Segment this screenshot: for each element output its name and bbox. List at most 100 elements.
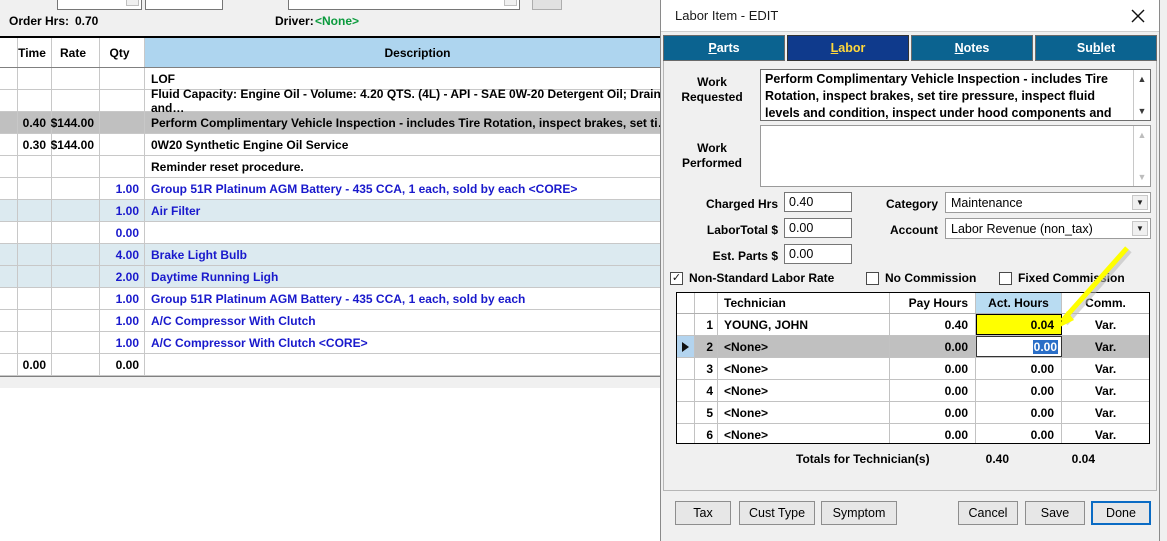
row-marker-cell	[0, 266, 18, 287]
tax-button[interactable]: Tax	[675, 501, 731, 525]
close-icon[interactable]	[1123, 2, 1153, 30]
symptom-button[interactable]: Symptom	[821, 501, 897, 525]
table-row[interactable]: 1.00 Group 51R Platinum AGM Battery - 435…	[0, 288, 684, 310]
grid-header-qty[interactable]: Qty	[100, 38, 145, 67]
cut-off-field-3[interactable]	[288, 0, 520, 10]
cut-off-field-2[interactable]	[145, 0, 223, 10]
table-row[interactable]: 1.00 Air Filter	[0, 200, 684, 222]
pay-hours-cell[interactable]: 0.00	[890, 380, 976, 401]
table-row[interactable]: 2.00 Daytime Running Ligh	[0, 266, 684, 288]
no-commission-checkbox[interactable]: No Commission	[866, 271, 976, 285]
table-row[interactable]: 0.30 $144.00 0W20 Synthetic Engine Oil Ser…	[0, 134, 684, 156]
work-performed-textarea[interactable]: ▲ ▼	[760, 125, 1151, 187]
pay-hours-cell[interactable]: 0.40	[890, 314, 976, 335]
qty-cell	[100, 90, 145, 111]
work-requested-textarea[interactable]: Perform Complimentary Vehicle Inspection…	[760, 69, 1151, 121]
grid-header-rate[interactable]: Rate	[52, 38, 100, 67]
account-dropdown[interactable]: Labor Revenue (non_tax) ▼	[945, 218, 1151, 239]
technician-name-cell[interactable]: YOUNG, JOHN	[718, 314, 890, 335]
technician-row[interactable]: 6 <None> 0.00 0.00 Var.	[677, 424, 1149, 443]
row-selector-cell[interactable]	[677, 314, 695, 335]
chevron-down-icon[interactable]: ▼	[1132, 195, 1148, 210]
comm-cell[interactable]: Var.	[1062, 402, 1149, 423]
row-selector-cell[interactable]	[677, 402, 695, 423]
technician-name-cell[interactable]: <None>	[718, 336, 890, 357]
comm-cell[interactable]: Var.	[1062, 314, 1149, 335]
row-selector-cell[interactable]	[677, 424, 695, 443]
act-hours-editing-value: 0.00	[1032, 339, 1058, 354]
pay-hours-cell[interactable]: 0.00	[890, 402, 976, 423]
row-marker-cell	[0, 332, 18, 353]
row-marker-cell	[0, 288, 18, 309]
act-hours-cell[interactable]: 0.00	[976, 358, 1062, 379]
scroll-up-icon[interactable]: ▲	[1134, 128, 1150, 142]
grid-header-time[interactable]: Time	[18, 38, 52, 67]
table-row[interactable]: 1.00 A/C Compressor With Clutch	[0, 310, 684, 332]
pay-hours-column-header[interactable]: Pay Hours	[890, 293, 976, 313]
technician-grid-body: 1 YOUNG, JOHN 0.40 0.04 Var. 2 <None> 0.00 0.00 V…	[677, 314, 1149, 443]
tab-sublet[interactable]: Su b let	[1035, 35, 1157, 61]
table-row[interactable]: 0.00	[0, 222, 684, 244]
driver-value[interactable]: <None>	[315, 14, 359, 28]
time-cell	[18, 288, 52, 309]
table-row[interactable]: Fluid Capacity: Engine Oil - Volume: 4.2…	[0, 87, 684, 115]
pay-hours-cell[interactable]: 0.00	[890, 336, 976, 357]
table-row[interactable]: 4.00 Brake Light Bulb	[0, 244, 684, 266]
cut-off-button[interactable]	[532, 0, 562, 10]
tab-notes[interactable]: Notes	[911, 35, 1033, 61]
chevron-down-icon[interactable]: ▼	[1132, 221, 1148, 236]
act-hours-cell[interactable]: 0.00	[976, 380, 1062, 401]
technician-name-cell[interactable]: <None>	[718, 402, 890, 423]
technician-row[interactable]: 3 <None> 0.00 0.00 Var.	[677, 358, 1149, 380]
work-performed-scrollbar[interactable]: ▲ ▼	[1133, 126, 1150, 186]
work-requested-scrollbar[interactable]: ▲ ▼	[1133, 70, 1150, 120]
act-hours-column-header[interactable]: Act. Hours	[976, 293, 1062, 313]
comm-cell[interactable]: Var.	[1062, 336, 1149, 357]
chevron-down-icon[interactable]	[126, 0, 139, 6]
grid-header-description[interactable]: Description	[145, 38, 684, 67]
non-standard-labor-rate-checkbox[interactable]: ✓ Non-Standard Labor Rate	[670, 271, 834, 285]
work-performed-label-line2: Performed	[681, 156, 743, 170]
technician-row[interactable]: 1 YOUNG, JOHN 0.40 0.04 Var.	[677, 314, 1149, 336]
category-dropdown[interactable]: Maintenance ▼	[945, 192, 1151, 213]
table-row[interactable]: 1.00 Group 51R Platinum AGM Battery - 435…	[0, 178, 684, 200]
comm-cell[interactable]: Var.	[1062, 380, 1149, 401]
act-hours-cell[interactable]: 0.04	[976, 314, 1062, 335]
time-cell	[18, 178, 52, 199]
scroll-up-icon[interactable]: ▲	[1134, 72, 1150, 86]
fixed-commission-checkbox[interactable]: Fixed Commission	[999, 271, 1125, 285]
cust-type-button[interactable]: Cust Type	[739, 501, 815, 525]
technician-row[interactable]: 2 <None> 0.00 0.00 Var.	[677, 336, 1149, 358]
est-parts-input[interactable]: 0.00	[784, 244, 852, 264]
comm-column-header[interactable]: Comm.	[1062, 293, 1149, 313]
scroll-down-icon[interactable]: ▼	[1134, 104, 1150, 118]
done-button[interactable]: Done	[1091, 501, 1151, 525]
comm-cell[interactable]: Var.	[1062, 358, 1149, 379]
row-selector-cell[interactable]	[677, 358, 695, 379]
table-row[interactable]: Reminder reset procedure.	[0, 156, 684, 178]
row-selector-cell[interactable]	[677, 336, 695, 357]
technician-name-cell[interactable]: <None>	[718, 358, 890, 379]
technician-name-cell[interactable]: <None>	[718, 424, 890, 443]
cancel-button[interactable]: Cancel	[958, 501, 1018, 525]
cut-off-field-1[interactable]	[57, 0, 142, 10]
technician-name-cell[interactable]: <None>	[718, 380, 890, 401]
tab-labor[interactable]: Labor	[787, 35, 909, 61]
act-hours-cell[interactable]: 0.00	[976, 402, 1062, 423]
technician-row[interactable]: 4 <None> 0.00 0.00 Var.	[677, 380, 1149, 402]
scroll-down-icon[interactable]: ▼	[1134, 170, 1150, 184]
act-hours-cell[interactable]: 0.00	[976, 336, 1062, 357]
row-selector-cell[interactable]	[677, 380, 695, 401]
comm-cell[interactable]: Var.	[1062, 424, 1149, 443]
table-row[interactable]: 0.40 $144.00 Perform Complimentary Vehicle…	[0, 112, 684, 134]
technician-column-header[interactable]: Technician	[718, 293, 890, 313]
pay-hours-cell[interactable]: 0.00	[890, 424, 976, 443]
act-hours-cell[interactable]: 0.00	[976, 424, 1062, 443]
table-row[interactable]: 1.00 A/C Compressor With Clutch <CORE>	[0, 332, 684, 354]
table-row[interactable]: 0.00 0.00	[0, 354, 684, 376]
technician-row[interactable]: 5 <None> 0.00 0.00 Var.	[677, 402, 1149, 424]
save-button[interactable]: Save	[1025, 501, 1085, 525]
chevron-down-icon[interactable]	[504, 0, 517, 6]
tab-parts[interactable]: Parts	[663, 35, 785, 61]
pay-hours-cell[interactable]: 0.00	[890, 358, 976, 379]
